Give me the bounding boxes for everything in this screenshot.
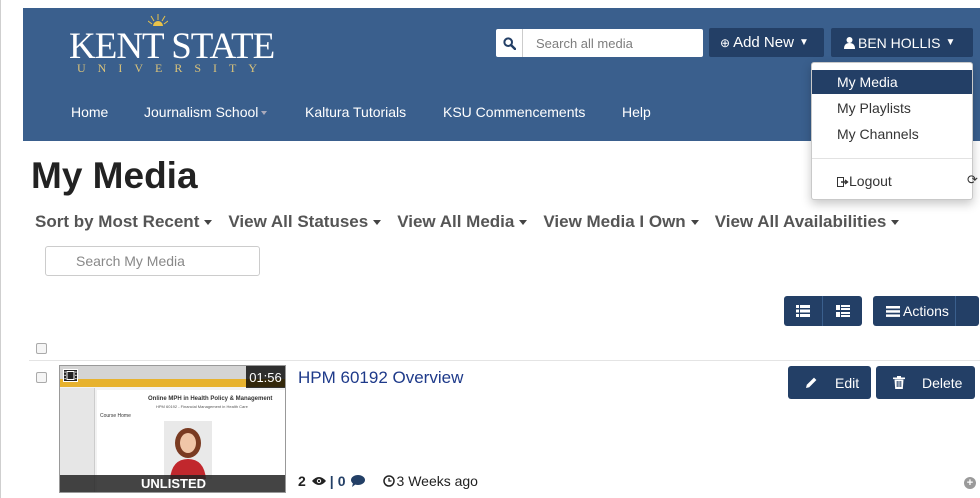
- page-title: My Media: [31, 155, 198, 196]
- sort-filter[interactable]: Sort by Most Recent: [35, 212, 213, 232]
- stat-separator: |: [329, 473, 334, 489]
- media-filter[interactable]: View All Media: [397, 212, 528, 232]
- status-filter[interactable]: View All Statuses: [228, 212, 382, 232]
- caret-down-icon: [373, 219, 382, 225]
- duration-badge: 01:56: [246, 366, 285, 388]
- comment-icon: [350, 475, 365, 487]
- thumb-course-home: Course Home: [100, 413, 131, 419]
- menu-logout[interactable]: Logout: [812, 169, 972, 193]
- status-filter-label: View All Statuses: [228, 212, 369, 231]
- media-thumbnail[interactable]: Online MPH in Health Policy & Management…: [59, 365, 286, 493]
- logo-subtitle: UNIVERSITY: [77, 61, 269, 75]
- nav-kaltura-tutorials[interactable]: Kaltura Tutorials: [305, 104, 406, 120]
- user-name: BEN HOLLIS: [858, 34, 941, 51]
- select-all-checkbox[interactable]: [36, 343, 47, 354]
- expand-plus-icon[interactable]: +: [964, 477, 976, 489]
- pencil-icon: [806, 377, 817, 388]
- search-icon: [502, 36, 516, 50]
- nav-ksu-commencements[interactable]: KSU Commencements: [443, 104, 585, 120]
- add-new-label: Add New: [733, 34, 794, 51]
- upload-age: 3 Weeks ago: [396, 473, 478, 489]
- actions-button[interactable]: Actions: [873, 296, 979, 326]
- user-dropdown-menu: My Media My Playlists My Channels Logout: [811, 62, 973, 200]
- edit-button[interactable]: Edit: [788, 366, 871, 399]
- ownership-filter-label: View Media I Own: [543, 212, 686, 231]
- view-count: 2: [298, 473, 306, 489]
- trash-icon: [893, 376, 905, 389]
- plus-circle-icon: ⊕: [720, 35, 731, 50]
- menu-my-channels[interactable]: My Channels: [812, 122, 972, 146]
- delete-label: Delete: [922, 374, 963, 391]
- user-icon: [844, 36, 855, 49]
- search-input[interactable]: [523, 35, 698, 51]
- sun-logo-icon: [148, 14, 168, 26]
- user-menu-button[interactable]: BEN HOLLIS ▼: [831, 28, 973, 57]
- media-filter-label: View All Media: [397, 212, 515, 231]
- nav-help[interactable]: Help: [622, 104, 651, 120]
- edit-label: Edit: [835, 374, 860, 391]
- detailed-list-icon: [835, 305, 850, 317]
- media-stats: 2 | 0 3 Weeks ago: [298, 473, 478, 489]
- tasks-icon: [886, 305, 900, 317]
- caret-down-icon: [519, 219, 528, 225]
- video-icon: [63, 369, 78, 382]
- menu-my-playlists[interactable]: My Playlists: [812, 96, 972, 120]
- search-button[interactable]: [496, 29, 523, 57]
- logout-label: Logout: [849, 173, 892, 189]
- my-media-search-input[interactable]: [46, 247, 236, 275]
- chevron-down-icon: ▼: [945, 37, 956, 48]
- add-new-button[interactable]: ⊕ Add New ▼: [709, 28, 824, 57]
- clock-icon: [382, 475, 395, 487]
- actions-dropdown-toggle[interactable]: [955, 296, 979, 326]
- caret-down-icon: [261, 111, 268, 116]
- row-checkbox[interactable]: [36, 372, 47, 383]
- caret-down-icon: [690, 219, 699, 225]
- chevron-down-icon: ▼: [798, 37, 809, 48]
- caret-down-icon: [204, 219, 213, 225]
- thumb-portrait: [164, 421, 212, 479]
- actions-label: Actions: [903, 303, 949, 319]
- logo-wordmark[interactable]: KENT STATE: [69, 28, 275, 65]
- list-icon: [796, 305, 810, 317]
- comment-count[interactable]: 0: [338, 473, 346, 489]
- my-media-search: [45, 246, 260, 276]
- nav-journalism-school[interactable]: Journalism School: [144, 104, 268, 120]
- list-view-button[interactable]: [784, 296, 823, 326]
- page-frame: KENT STATE UNIVERSITY ⊕ Add New ▼ BEN HO…: [0, 0, 980, 498]
- status-badge: UNLISTED: [60, 475, 285, 492]
- availability-filter-label: View All Availabilities: [714, 212, 887, 231]
- availability-filter[interactable]: View All Availabilities: [715, 212, 900, 232]
- sign-out-icon: [837, 177, 849, 187]
- eye-icon: [311, 477, 326, 485]
- global-search: [496, 29, 703, 57]
- detailed-view-button[interactable]: [823, 296, 862, 326]
- menu-divider: [812, 158, 972, 159]
- nav-home[interactable]: Home: [71, 104, 108, 120]
- ownership-filter[interactable]: View Media I Own: [543, 212, 699, 232]
- refresh-icon[interactable]: ⟳: [967, 172, 978, 188]
- filter-bar: Sort by Most Recent View All Statuses Vi…: [35, 212, 915, 232]
- delete-button[interactable]: Delete: [876, 366, 975, 399]
- media-title-link[interactable]: HPM 60192 Overview: [298, 368, 463, 388]
- thumb-course-subtitle: HPM 60192 - Financial Management in Heal…: [156, 404, 248, 409]
- divider: [29, 360, 980, 361]
- nav-journalism-school-label: Journalism School: [144, 104, 259, 120]
- sort-filter-label: Sort by Most Recent: [35, 212, 200, 231]
- menu-my-media[interactable]: My Media: [812, 70, 972, 94]
- thumb-course-title: Online MPH in Health Policy & Management: [148, 396, 273, 402]
- caret-down-icon: [891, 219, 900, 225]
